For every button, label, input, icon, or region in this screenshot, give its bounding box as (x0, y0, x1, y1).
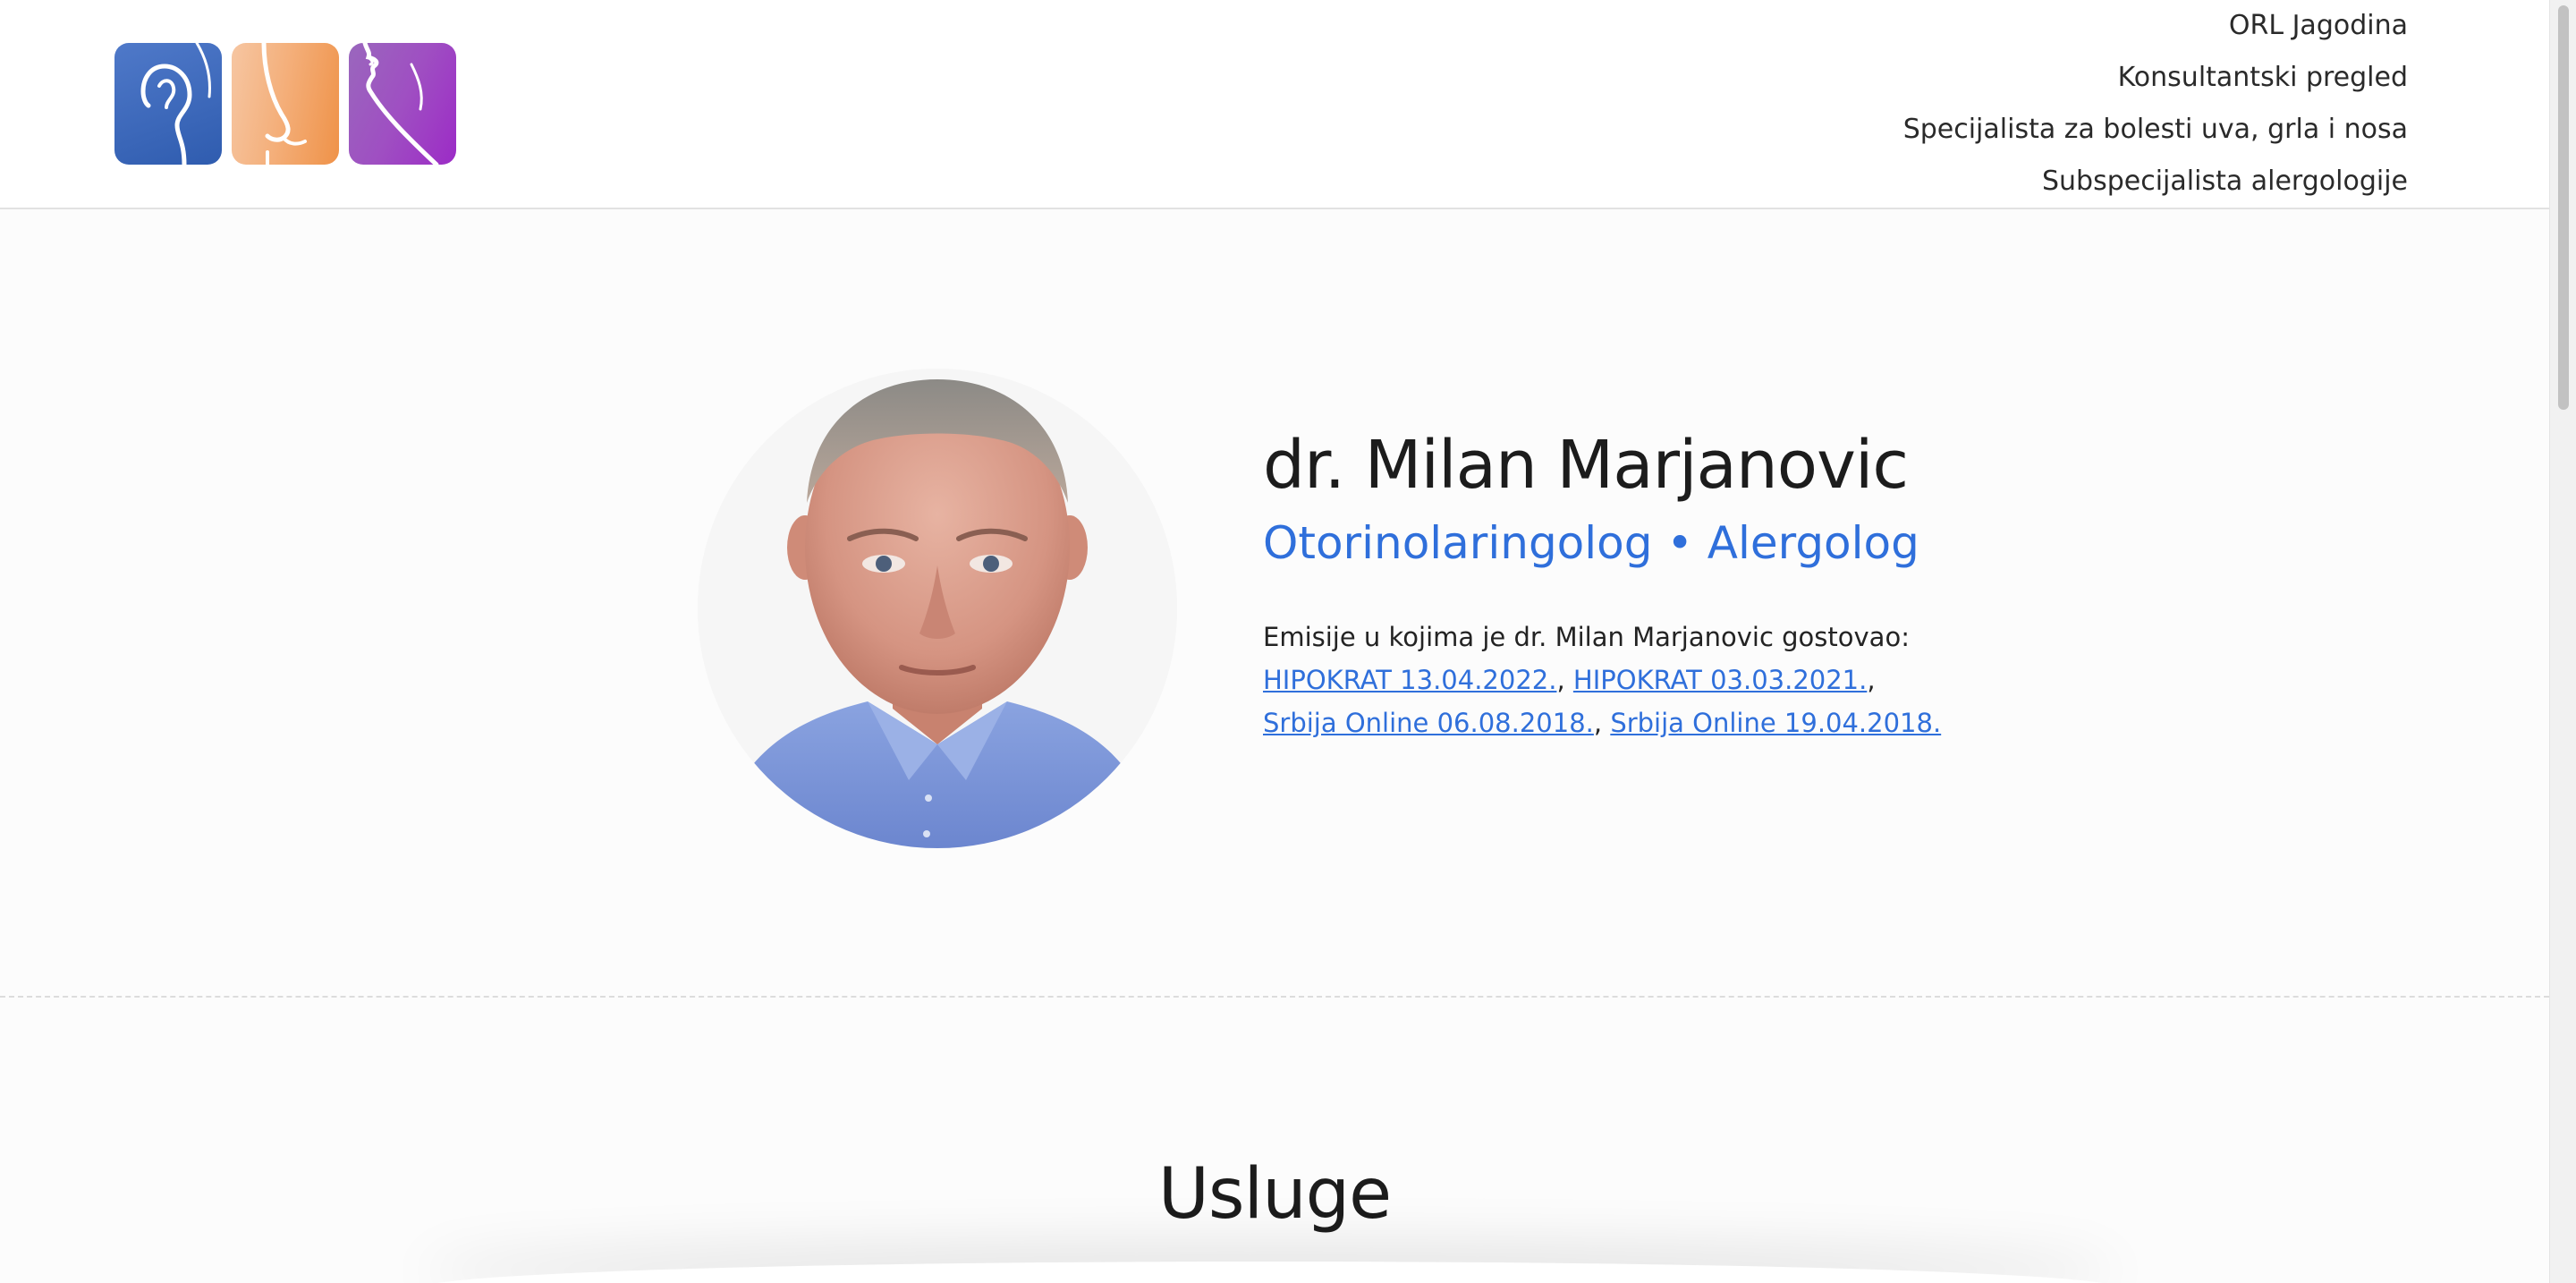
tv-appearances-links: HIPOKRAT 13.04.2022., HIPOKRAT 03.03.202… (1263, 658, 2068, 744)
doctor-portrait (698, 369, 1177, 848)
tv-link-hipokrat-2021[interactable]: HIPOKRAT 03.03.2021. (1573, 665, 1867, 695)
tv-link-srbija-online-0608[interactable]: Srbija Online 06.08.2018. (1263, 708, 1594, 738)
services-card-edge (420, 1262, 2120, 1283)
hero-content: dr. Milan Marjanovic Otorinolaringolog •… (1263, 421, 2068, 744)
nav-item-specijalista[interactable]: Specijalista za bolesti uva, grla i nosa (1903, 104, 2408, 156)
tv-appearances-intro: Emisije u kojima je dr. Milan Marjanovic… (1263, 622, 1910, 652)
site-header: ORL Jagodina Konsultantski pregled Speci… (0, 0, 2549, 209)
tv-link-hipokrat-2022[interactable]: HIPOKRAT 13.04.2022. (1263, 665, 1556, 695)
nose-icon (232, 43, 339, 165)
doctor-name: dr. Milan Marjanovic (1263, 427, 1909, 504)
nav-item-konsultantski-pregled[interactable]: Konsultantski pregled (1903, 52, 2408, 104)
nav-item-orl-jagodina[interactable]: ORL Jagodina (1903, 0, 2408, 52)
link-separator: , (1556, 665, 1573, 695)
tv-link-srbija-online-1904[interactable]: Srbija Online 19.04.2018. (1610, 708, 1941, 738)
doctor-specialties: Otorinolaringolog • Alergolog (1263, 517, 1919, 569)
section-divider (0, 996, 2549, 998)
ear-icon (114, 43, 222, 165)
top-navigation: ORL Jagodina Konsultantski pregled Speci… (1903, 0, 2408, 208)
nav-item-subspecijalista[interactable]: Subspecijalista alergologije (1903, 156, 2408, 208)
link-separator: , (1867, 665, 1876, 695)
scrollbar-thumb[interactable] (2558, 5, 2569, 410)
site-logo[interactable] (114, 43, 456, 165)
page: ORL Jagodina Konsultantski pregled Speci… (0, 0, 2576, 1283)
services-title: Usluge (1157, 1154, 1392, 1235)
link-separator: , (1593, 708, 1611, 738)
mouth-icon (349, 43, 456, 165)
page-scrollbar[interactable] (2549, 0, 2576, 1283)
